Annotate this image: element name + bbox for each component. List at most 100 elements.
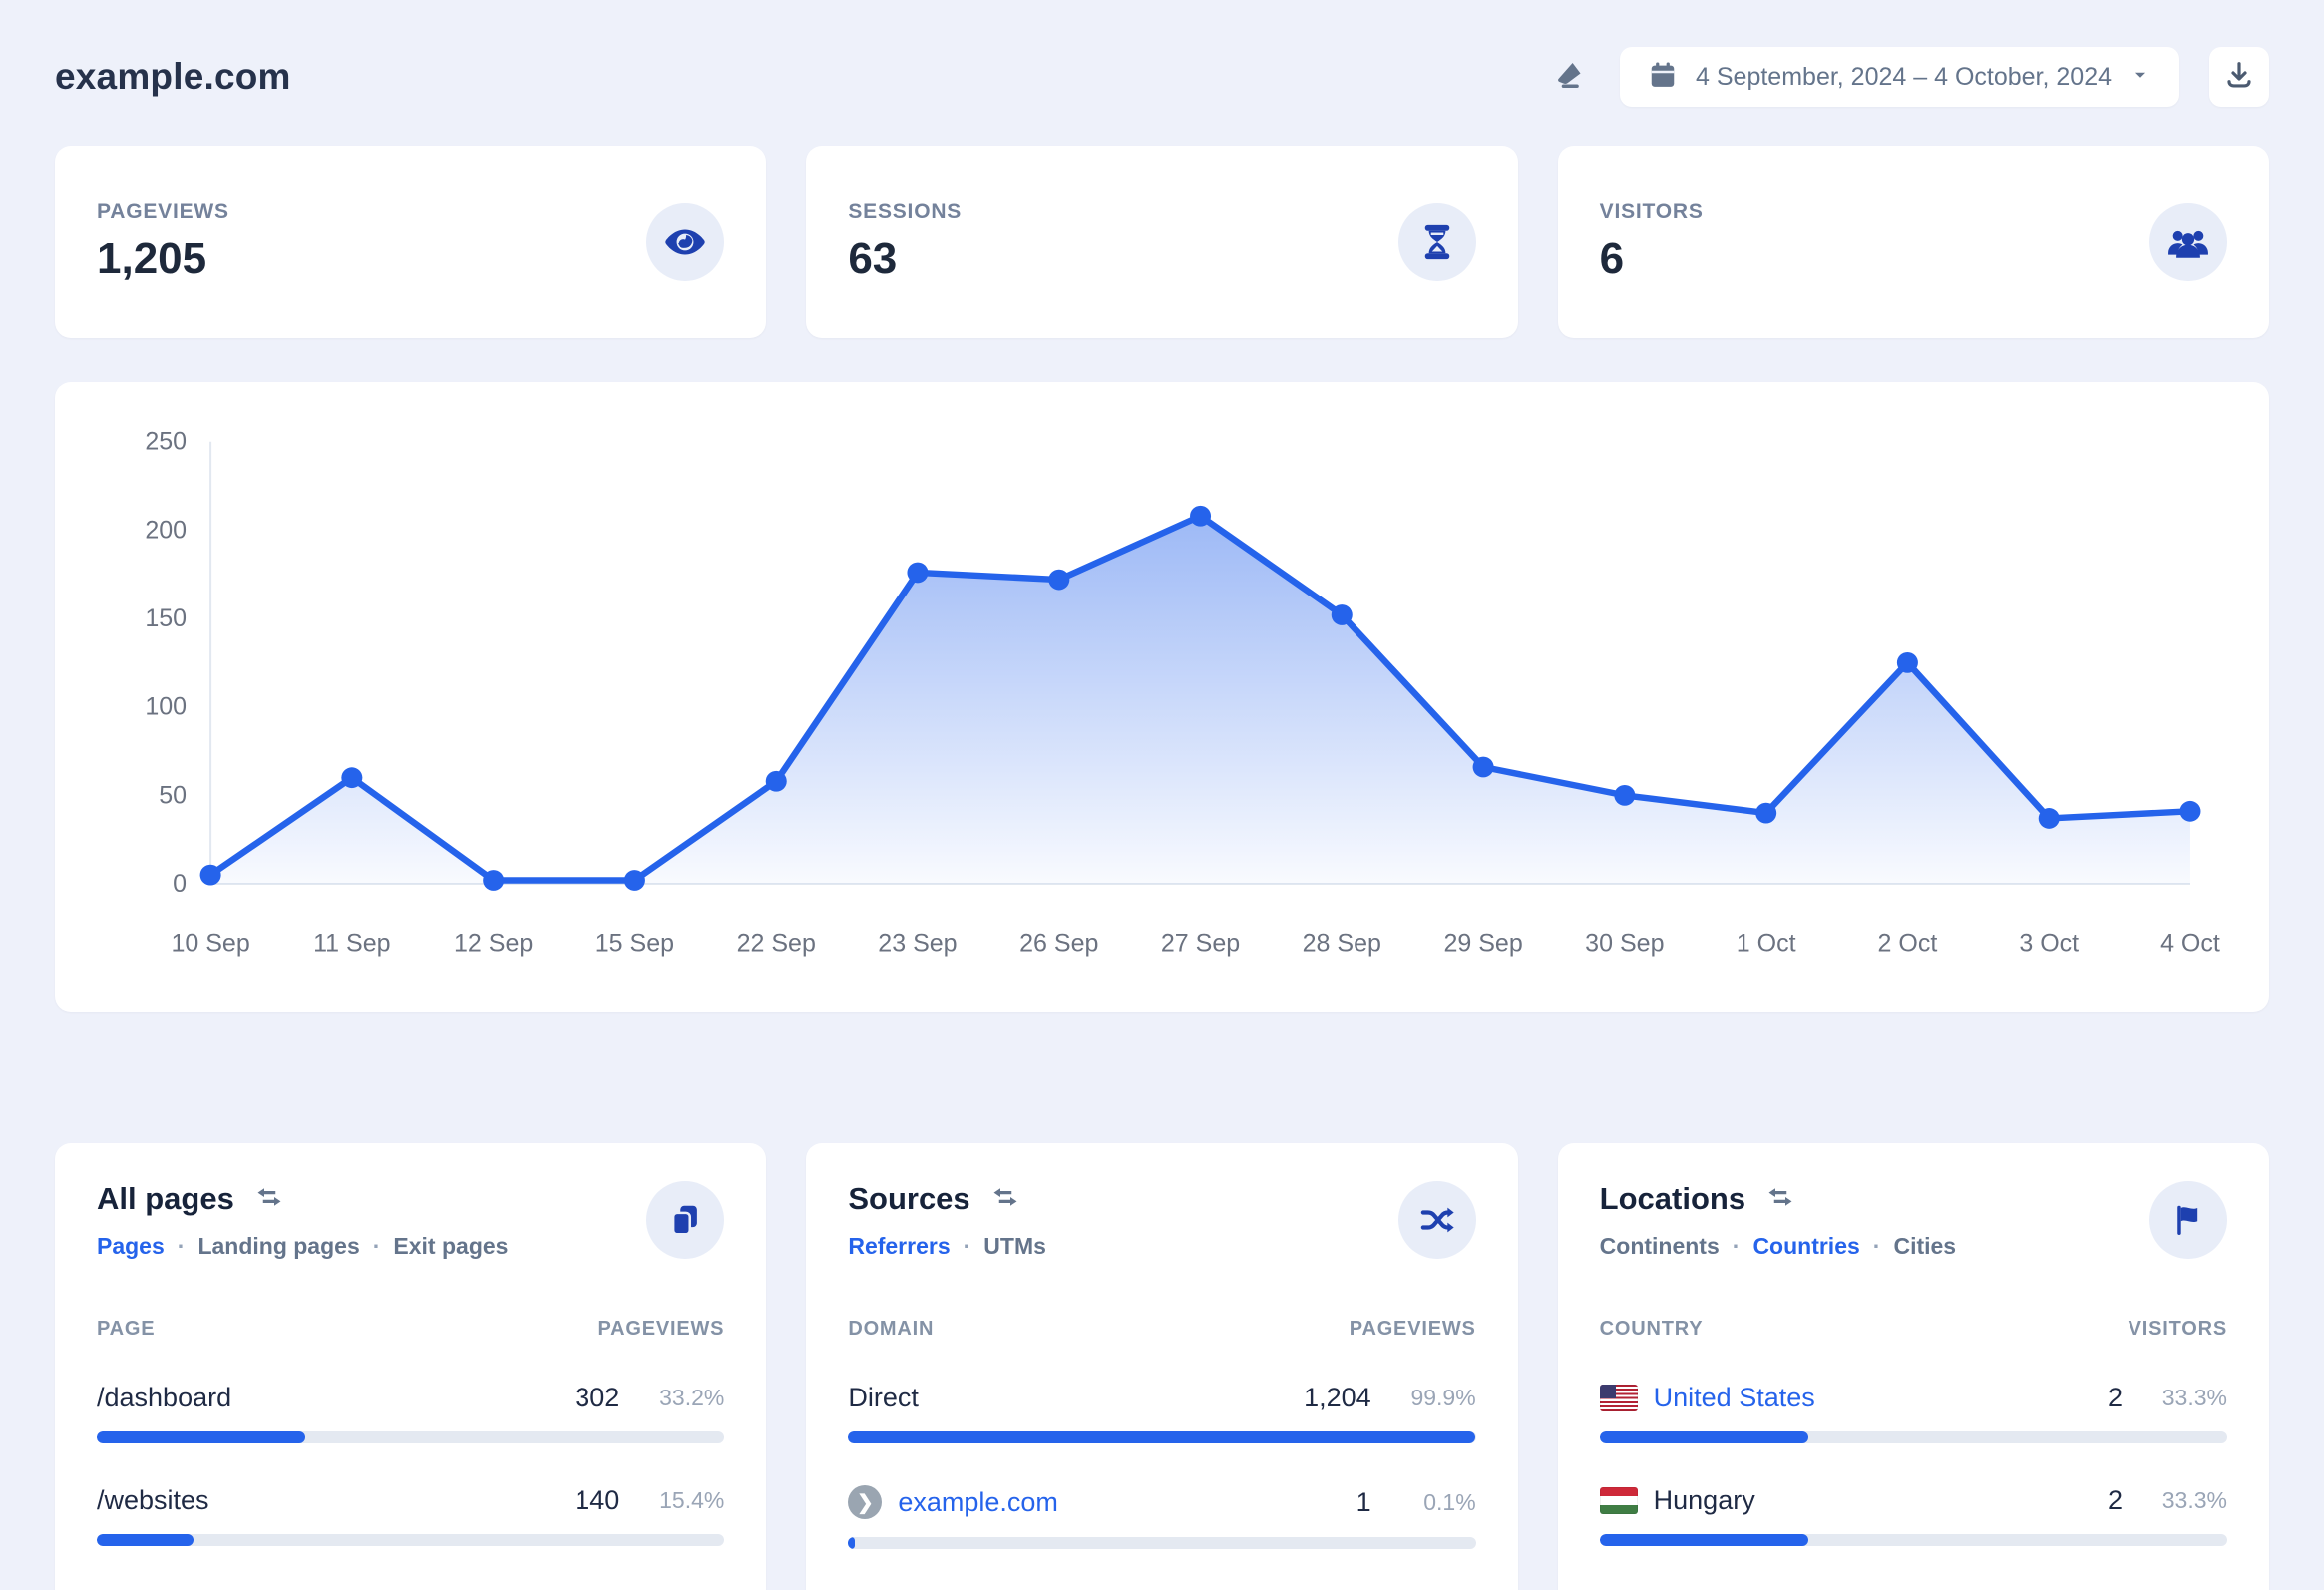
sources-rows: Direct 1,204 99.9% ❯ example.com 1 0.1% <box>848 1383 1476 1549</box>
tab-landing-pages[interactable]: Landing pages <box>197 1233 359 1260</box>
svg-text:26 Sep: 26 Sep <box>1019 929 1098 957</box>
eraser-button[interactable] <box>1546 55 1590 99</box>
tab-referrers[interactable]: Referrers <box>848 1233 950 1260</box>
row-value: 1,204 <box>1304 1383 1371 1412</box>
row-percent: 33.2% <box>659 1385 725 1410</box>
tab-countries[interactable]: Countries <box>1752 1233 1859 1260</box>
tab-pages[interactable]: Pages <box>97 1233 165 1260</box>
tab-cities[interactable]: Cities <box>1893 1233 1956 1260</box>
row-percent: 0.1% <box>1423 1488 1476 1515</box>
progress-bar <box>848 1537 1476 1549</box>
row-name: Hungary <box>1653 1485 1755 1515</box>
hu-flag-icon <box>1599 1487 1638 1514</box>
swap-horizontal-icon[interactable] <box>254 1182 284 1217</box>
svg-text:150: 150 <box>145 604 187 632</box>
tab-separator: · <box>177 1233 186 1259</box>
shuffle-icon[interactable] <box>1397 1181 1476 1259</box>
svg-text:15 Sep: 15 Sep <box>595 929 674 957</box>
tab-continents[interactable]: Continents <box>1600 1233 1720 1260</box>
row-value: 2 <box>2107 1485 2123 1515</box>
sources-panel: Sources Referrers · UTMs DOMAIN PAGEVIEW… <box>806 1143 1518 1590</box>
eraser-icon <box>1550 57 1586 98</box>
stat-label: SESSIONS <box>848 199 963 223</box>
us-flag-icon <box>1599 1385 1638 1411</box>
date-range-text: 4 September, 2024 – 4 October, 2024 <box>1696 62 2112 91</box>
column-header: COUNTRY <box>1599 1318 1704 1340</box>
tab-utms[interactable]: UTMs <box>983 1233 1046 1260</box>
tab-exit-pages[interactable]: Exit pages <box>393 1233 508 1260</box>
download-icon <box>2223 59 2255 96</box>
row-value: 1 <box>1356 1486 1371 1517</box>
locations-panel: Locations Continents · Countries · Cities CO… <box>1557 1143 2269 1590</box>
flag-icon[interactable] <box>2148 1181 2227 1259</box>
column-header: VISITORS <box>2128 1318 2227 1340</box>
stat-card-visitors: VISITORS 6 <box>1557 146 2269 338</box>
pages-rows: /dashboard 302 33.2% /websites 140 15.4% <box>97 1383 725 1546</box>
download-button[interactable] <box>2209 47 2269 107</box>
column-header: PAGEVIEWS <box>1349 1318 1476 1340</box>
svg-text:10 Sep: 10 Sep <box>171 929 249 957</box>
pages-tabs: Pages · Landing pages · Exit pages <box>97 1233 508 1260</box>
svg-text:4 Oct: 4 Oct <box>2160 929 2220 957</box>
hourglass-icon <box>1397 202 1476 281</box>
stats-row: PAGEVIEWS 1,205 SESSIONS 63 VISITORS 6 <box>55 146 2269 338</box>
progress-bar <box>97 1534 725 1546</box>
svg-text:12 Sep: 12 Sep <box>454 929 533 957</box>
column-header: DOMAIN <box>848 1318 935 1340</box>
row-percent: 33.3% <box>2161 1385 2227 1410</box>
row-value: 302 <box>575 1383 620 1412</box>
row-name[interactable]: example.com <box>898 1487 1058 1518</box>
caret-down-icon <box>2130 64 2151 91</box>
header: example.com 4 September, 2024 – 4 Octobe… <box>55 0 2269 146</box>
table-row: United States 2 33.3% <box>1599 1383 2227 1443</box>
column-header: PAGEVIEWS <box>597 1318 725 1340</box>
svg-text:1 Oct: 1 Oct <box>1737 929 1796 957</box>
traffic-chart-card: 0 50 100 150 200 250 10 Sep 11 Sep 12 Sep 15 Sep 2… <box>55 382 2269 1012</box>
svg-text:27 Sep: 27 Sep <box>1161 929 1240 957</box>
panel-title: All pages <box>97 1181 234 1216</box>
stat-label: PAGEVIEWS <box>97 199 229 223</box>
tab-separator: · <box>1872 1233 1881 1259</box>
svg-text:11 Sep: 11 Sep <box>313 929 390 957</box>
row-percent: 15.4% <box>659 1487 725 1513</box>
table-row: /dashboard 302 33.2% <box>97 1383 725 1443</box>
tab-separator: · <box>963 1233 971 1259</box>
pageviews-area-chart: 0 50 100 150 200 250 10 Sep 11 Sep 12 Sep 15 Sep 2… <box>145 428 2220 958</box>
stat-value: 63 <box>848 233 898 283</box>
all-pages-panel: All pages Pages · Landing pages · Exit pages <box>55 1143 767 1590</box>
row-name: /websites <box>97 1485 209 1515</box>
svg-text:3 Oct: 3 Oct <box>2019 929 2079 957</box>
x-axis-labels: 10 Sep 11 Sep 12 Sep 15 Sep 22 Sep 23 Sep 26 S… <box>171 929 2219 957</box>
table-header: PAGE PAGEVIEWS <box>97 1318 724 1341</box>
table-row: /websites 140 15.4% <box>97 1485 725 1546</box>
table-row: ❯ example.com 1 0.1% <box>848 1485 1476 1549</box>
tab-separator: · <box>372 1233 381 1259</box>
svg-text:23 Sep: 23 Sep <box>878 929 957 957</box>
row-name[interactable]: United States <box>1654 1383 1815 1413</box>
svg-text:250: 250 <box>145 428 187 456</box>
table-header: COUNTRY VISITORS <box>1600 1318 2227 1341</box>
svg-text:2 Oct: 2 Oct <box>1878 929 1938 957</box>
svg-text:200: 200 <box>145 516 187 544</box>
row-name: Direct <box>848 1383 919 1412</box>
progress-bar <box>97 1431 725 1443</box>
table-header: DOMAIN PAGEVIEWS <box>848 1318 1475 1341</box>
y-axis-labels: 0 50 100 150 200 250 <box>145 428 187 898</box>
tab-separator: · <box>1732 1233 1741 1259</box>
progress-bar <box>1599 1431 2227 1443</box>
date-range-picker[interactable]: 4 September, 2024 – 4 October, 2024 <box>1620 47 2179 107</box>
stat-label: VISITORS <box>1599 199 1704 223</box>
swap-horizontal-icon[interactable] <box>990 1182 1020 1217</box>
row-percent: 33.3% <box>2161 1487 2227 1513</box>
pages-icon[interactable] <box>646 1181 725 1259</box>
people-icon <box>2148 202 2227 281</box>
table-row: Hungary 2 33.3% <box>1599 1485 2227 1546</box>
locations-rows: United States 2 33.3% Hungary 2 33.3% <box>1599 1383 2227 1546</box>
svg-text:100: 100 <box>145 693 187 721</box>
stat-value: 6 <box>1599 233 1625 283</box>
eye-icon <box>646 202 725 281</box>
calendar-icon <box>1648 60 1678 95</box>
analytics-dashboard: example.com 4 September, 2024 – 4 Octobe… <box>0 0 2324 1590</box>
row-value: 2 <box>2107 1383 2123 1412</box>
swap-horizontal-icon[interactable] <box>1765 1182 1795 1217</box>
